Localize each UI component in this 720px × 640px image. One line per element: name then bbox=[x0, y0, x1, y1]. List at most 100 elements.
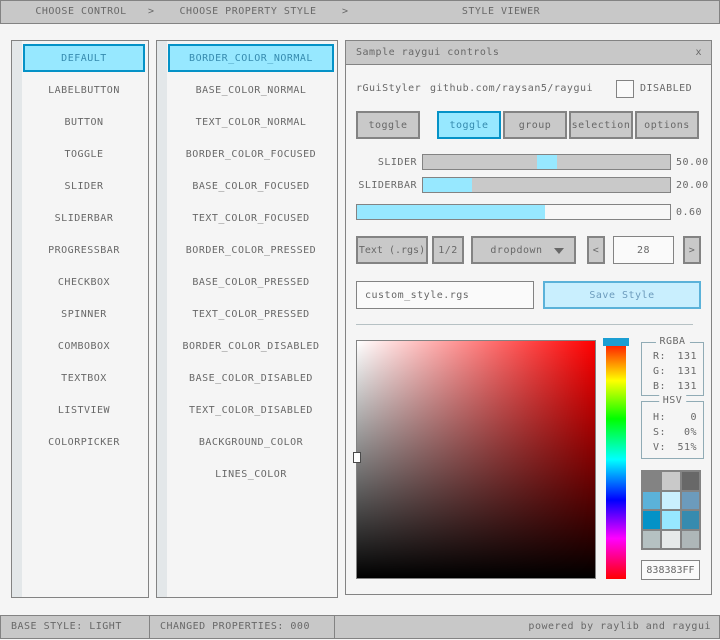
palette-swatch-5[interactable] bbox=[682, 492, 699, 510]
toggle-group-item-group[interactable]: group bbox=[503, 111, 567, 139]
toggle-group-item-toggle[interactable]: toggle bbox=[437, 111, 501, 139]
property-item-lines_color[interactable]: LINES_COLOR bbox=[168, 460, 334, 488]
palette-swatch-11[interactable] bbox=[682, 531, 699, 549]
control-item-labelbutton[interactable]: LABELBUTTON bbox=[23, 76, 145, 104]
text-rgs-button[interactable]: Text (.rgs) bbox=[356, 236, 428, 264]
property-item-text_color_disabled[interactable]: TEXT_COLOR_DISABLED bbox=[168, 396, 334, 424]
hex-color-value-box[interactable]: 838383FF bbox=[641, 560, 700, 580]
palette-swatch-6[interactable] bbox=[643, 511, 660, 529]
g-value: 131 bbox=[677, 366, 697, 377]
window-title: Sample raygui controls bbox=[346, 41, 711, 64]
controls-scrollbar[interactable] bbox=[12, 41, 22, 597]
palette-swatch-1[interactable] bbox=[662, 472, 679, 490]
b-label: B: bbox=[653, 381, 666, 392]
properties-list: BORDER_COLOR_NORMAL BASE_COLOR_NORMAL TEXT… bbox=[168, 44, 334, 492]
sliderbar-value: 20.00 bbox=[676, 178, 709, 194]
palette-swatch-0[interactable] bbox=[643, 472, 660, 490]
hsv-row-s: S: 0% bbox=[642, 425, 703, 440]
palette-swatch-8[interactable] bbox=[682, 511, 699, 529]
sliderbar-fill bbox=[423, 178, 472, 192]
status-changed-properties: CHANGED PROPERTIES: 000 bbox=[149, 615, 335, 639]
property-item-border_color_focused[interactable]: BORDER_COLOR_FOCUSED bbox=[168, 140, 334, 168]
control-item-button[interactable]: BUTTON bbox=[23, 108, 145, 136]
hsv-groupbox: HSV H: 0 S: 0% V: 51% bbox=[641, 401, 704, 459]
property-item-base_color_pressed[interactable]: BASE_COLOR_PRESSED bbox=[168, 268, 334, 296]
filename-input[interactable]: custom_style.rgs bbox=[356, 281, 534, 309]
property-item-border_color_normal[interactable]: BORDER_COLOR_NORMAL bbox=[168, 44, 334, 72]
palette-swatch-7[interactable] bbox=[662, 511, 679, 529]
control-item-sliderbar[interactable]: SLIDERBAR bbox=[23, 204, 145, 232]
spinner-value-box[interactable]: 28 bbox=[613, 236, 674, 264]
palette-swatch-4[interactable] bbox=[662, 492, 679, 510]
property-item-base_color_normal[interactable]: BASE_COLOR_NORMAL bbox=[168, 76, 334, 104]
slider-thumb[interactable] bbox=[537, 155, 557, 169]
window-titlebar[interactable]: Sample raygui controls x bbox=[346, 41, 711, 65]
hue-bar[interactable] bbox=[606, 340, 626, 579]
property-item-base_color_focused[interactable]: BASE_COLOR_FOCUSED bbox=[168, 172, 334, 200]
toggle-button[interactable]: toggle bbox=[356, 111, 420, 139]
app-name-label: rGuiStyler bbox=[356, 81, 421, 97]
breadcrumb-style-viewer: STYLE VIEWER bbox=[391, 1, 611, 23]
property-item-base_color_disabled[interactable]: BASE_COLOR_DISABLED bbox=[168, 364, 334, 392]
disabled-checkbox[interactable] bbox=[616, 80, 634, 98]
spinner-increment-button[interactable]: > bbox=[683, 236, 701, 264]
control-item-textbox[interactable]: TEXTBOX bbox=[23, 364, 145, 392]
toggle-group-item-options[interactable]: options bbox=[635, 111, 699, 139]
s-value: 0% bbox=[684, 427, 697, 438]
status-credit: powered by raylib and raygui bbox=[334, 615, 720, 639]
progressbar-fill bbox=[357, 205, 545, 219]
control-item-toggle[interactable]: TOGGLE bbox=[23, 140, 145, 168]
breadcrumb-bar: CHOOSE CONTROL > CHOOSE PROPERTY STYLE >… bbox=[0, 0, 720, 24]
sliderbar-label: SLIDERBAR bbox=[346, 178, 417, 194]
v-label: V: bbox=[653, 442, 666, 453]
property-item-text_color_pressed[interactable]: TEXT_COLOR_PRESSED bbox=[168, 300, 334, 328]
repo-link-label[interactable]: github.com/raysan5/raygui bbox=[430, 81, 593, 97]
rgba-row-r: R: 131 bbox=[642, 349, 703, 364]
dropdown-selected-label: dropdown bbox=[490, 245, 542, 256]
palette-swatch-9[interactable] bbox=[643, 531, 660, 549]
control-item-checkbox[interactable]: CHECKBOX bbox=[23, 268, 145, 296]
control-item-progressbar[interactable]: PROGRESSBAR bbox=[23, 236, 145, 264]
rguistyler-app: CHOOSE CONTROL > CHOOSE PROPERTY STYLE >… bbox=[0, 0, 720, 640]
property-item-text_color_focused[interactable]: TEXT_COLOR_FOCUSED bbox=[168, 204, 334, 232]
property-item-border_color_disabled[interactable]: BORDER_COLOR_DISABLED bbox=[168, 332, 334, 360]
property-item-background_color[interactable]: BACKGROUND_COLOR bbox=[168, 428, 334, 456]
breadcrumb-choose-property-style: CHOOSE PROPERTY STYLE bbox=[157, 1, 339, 23]
rgba-row-b: B: 131 bbox=[642, 379, 703, 394]
save-style-button[interactable]: Save Style bbox=[543, 281, 701, 309]
slider[interactable] bbox=[422, 154, 671, 170]
hue-slider[interactable] bbox=[603, 338, 629, 346]
hsv-row-v: V: 51% bbox=[642, 440, 703, 455]
hsv-row-h: H: 0 bbox=[642, 410, 703, 425]
control-item-combobox[interactable]: COMBOBOX bbox=[23, 332, 145, 360]
breadcrumb-arrow-icon: > bbox=[342, 1, 349, 23]
control-item-listview[interactable]: LISTVIEW bbox=[23, 396, 145, 424]
close-icon[interactable]: x bbox=[695, 41, 702, 64]
color-picker-cursor[interactable] bbox=[353, 452, 361, 463]
control-item-colorpicker[interactable]: COLORPICKER bbox=[23, 428, 145, 456]
property-item-text_color_normal[interactable]: TEXT_COLOR_NORMAL bbox=[168, 108, 334, 136]
control-item-slider[interactable]: SLIDER bbox=[23, 172, 145, 200]
color-picker-gradient[interactable] bbox=[356, 340, 596, 579]
v-value: 51% bbox=[677, 442, 697, 453]
spinner-decrement-button[interactable]: < bbox=[587, 236, 605, 264]
control-item-spinner[interactable]: SPINNER bbox=[23, 300, 145, 328]
properties-scrollbar[interactable] bbox=[157, 41, 167, 597]
r-label: R: bbox=[653, 351, 666, 362]
control-item-default[interactable]: DEFAULT bbox=[23, 44, 145, 72]
toggle-group-item-selection[interactable]: selection bbox=[569, 111, 633, 139]
half-button[interactable]: 1/2 bbox=[432, 236, 464, 264]
rgba-groupbox: RGBA R: 131 G: 131 B: 131 bbox=[641, 342, 704, 396]
r-value: 131 bbox=[677, 351, 697, 362]
properties-list-panel: BORDER_COLOR_NORMAL BASE_COLOR_NORMAL TEXT… bbox=[156, 40, 338, 598]
palette-swatch-3[interactable] bbox=[643, 492, 660, 510]
palette-swatch-2[interactable] bbox=[682, 472, 699, 490]
progressbar bbox=[356, 204, 671, 220]
h-value: 0 bbox=[690, 412, 697, 423]
slider-label: SLIDER bbox=[346, 155, 417, 171]
palette-swatch-10[interactable] bbox=[662, 531, 679, 549]
property-item-border_color_pressed[interactable]: BORDER_COLOR_PRESSED bbox=[168, 236, 334, 264]
dropdown[interactable]: dropdown bbox=[471, 236, 576, 264]
controls-list-panel: DEFAULT LABELBUTTON BUTTON TOGGLE SLIDER SLID… bbox=[11, 40, 149, 598]
sliderbar[interactable] bbox=[422, 177, 671, 193]
